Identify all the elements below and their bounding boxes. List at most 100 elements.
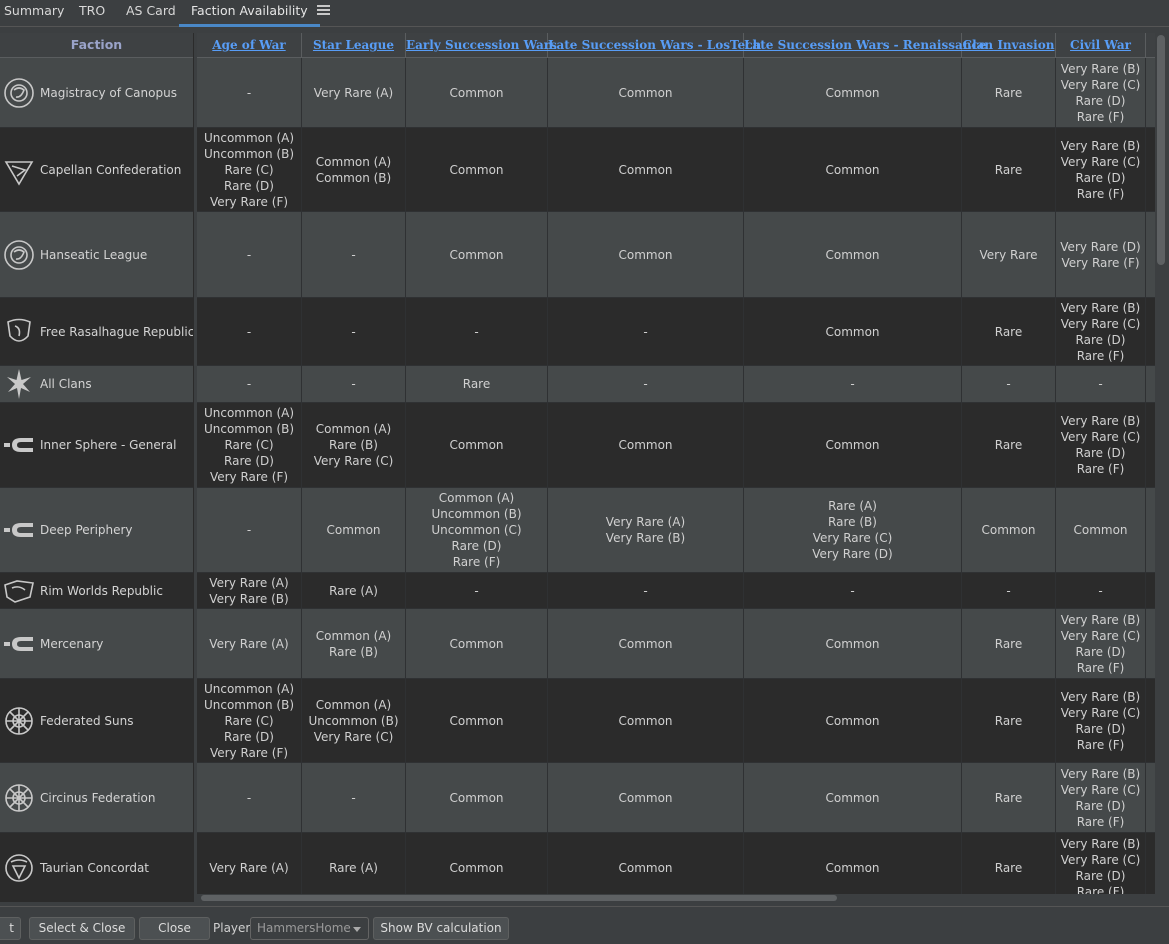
- availability-value: Very Rare (F): [209, 470, 289, 484]
- availability-value: Very Rare (F): [209, 194, 289, 209]
- availability-cell: Rare: [962, 128, 1056, 211]
- vertical-scrollbar[interactable]: [1156, 33, 1166, 895]
- faction-row[interactable]: Federated Suns: [0, 679, 193, 763]
- availability-value: Rare (D): [1075, 446, 1126, 460]
- availability-cell: Very Rare (A) Very Rare (B): [197, 573, 302, 608]
- vertical-scroll-thumb[interactable]: [1157, 35, 1165, 265]
- availability-cell: Rare: [962, 763, 1056, 832]
- faction-column-header[interactable]: Faction: [0, 33, 193, 58]
- availability-value: Uncommon (A): [203, 406, 295, 420]
- column-header[interactable]: Clan Invasion: [962, 33, 1056, 57]
- availability-value: Very Rare (D): [1060, 239, 1141, 254]
- availability-cell: -: [744, 366, 962, 402]
- availability-cell: Rare: [962, 58, 1056, 127]
- column-header[interactable]: Age of War: [197, 33, 302, 57]
- availability-value: -: [246, 85, 252, 100]
- table-header-row: Age of War Star League Early Succession Wa…: [197, 33, 1155, 58]
- availability-value: -: [1098, 377, 1103, 391]
- rasalhague-emblem-icon: [3, 316, 35, 348]
- player-dropdown[interactable]: HammersHome: [250, 917, 369, 940]
- availability-value: Common: [618, 85, 673, 100]
- availability-value: Very Rare (B): [1060, 300, 1141, 315]
- table-row[interactable]: - Very Rare (A) Common Common Common Rare Very…: [197, 58, 1155, 128]
- faction-row[interactable]: Inner Sphere - General: [0, 403, 193, 488]
- availability-value: Common: [449, 162, 504, 177]
- availability-value: Very Rare (C): [1060, 628, 1141, 643]
- horizontal-scrollbar[interactable]: [197, 894, 1155, 902]
- availability-cell: Very Rare (B) Very Rare (C) Rare (D) Rare (…: [1056, 58, 1146, 127]
- faction-row[interactable]: Taurian Concordat: [0, 833, 193, 902]
- faction-name: Inner Sphere - General: [40, 438, 177, 452]
- tab-as-card[interactable]: AS Card: [126, 0, 176, 25]
- horizontal-scroll-thumb[interactable]: [201, 895, 837, 901]
- availability-value: Rare: [462, 377, 491, 391]
- availability-value: Rare (D): [1075, 93, 1126, 108]
- hanseatic-emblem-icon: [3, 239, 35, 271]
- table-row[interactable]: - - Common Common Common Rare Very Rare (B) Ver…: [197, 763, 1155, 833]
- availability-value: Very Rare (C): [1060, 430, 1141, 444]
- availability-value: Uncommon (A): [203, 681, 295, 696]
- tab-tro[interactable]: TRO: [79, 0, 105, 25]
- availability-cell: Common: [744, 298, 962, 365]
- faction-row[interactable]: Deep Periphery: [0, 488, 193, 573]
- availability-value: Rare (F): [1076, 109, 1125, 124]
- tab-faction-availability[interactable]: Faction Availability: [179, 0, 320, 27]
- availability-value: Common: [618, 790, 673, 805]
- table-row[interactable]: Very Rare (A) Very Rare (B) Rare (A) - - - - -: [197, 573, 1155, 609]
- faction-row[interactable]: Hanseatic League: [0, 212, 193, 298]
- table-row[interactable]: - - Common Common Common Very Rare Very Rare (…: [197, 212, 1155, 298]
- show-bv-calculation-button[interactable]: Show BV calculation: [373, 917, 509, 940]
- availability-value: Rare (D): [1075, 332, 1126, 347]
- availability-cell: Uncommon (A) Uncommon (B) Rare (C) Rare (D)…: [197, 403, 302, 487]
- availability-cell: -: [197, 58, 302, 127]
- availability-value: Very Rare (C): [1060, 154, 1141, 169]
- faction-row[interactable]: Free Rasalhague Republic: [0, 298, 193, 366]
- table-row[interactable]: Uncommon (A) Uncommon (B) Rare (C) Rare (D)…: [197, 128, 1155, 212]
- magistracy-emblem-icon: [3, 77, 35, 109]
- availability-value: Common: [326, 523, 381, 537]
- table-row[interactable]: Uncommon (A) Uncommon (B) Rare (C) Rare (D)…: [197, 403, 1155, 488]
- faction-row[interactable]: Circinus Federation: [0, 763, 193, 833]
- faction-row[interactable]: All Clans: [0, 366, 193, 403]
- close-button[interactable]: Close: [139, 917, 210, 940]
- table-row[interactable]: - Common Common (A) Uncommon (B) Uncommon (C…: [197, 488, 1155, 573]
- availability-value: -: [643, 377, 648, 391]
- table-row[interactable]: Very Rare (A) Common (A) Rare (B) Common Com…: [197, 609, 1155, 679]
- availability-value: Rare (D): [1075, 644, 1126, 659]
- column-header[interactable]: Late Succession Wars - LosTech: [548, 33, 761, 57]
- clans-star-icon: [3, 368, 35, 400]
- faction-name: Hanseatic League: [40, 247, 148, 262]
- availability-cell: Common (A) Uncommon (B) Very Rare (C): [302, 679, 406, 762]
- availability-value: Common: [618, 247, 673, 262]
- availability-value: Very Rare: [979, 247, 1038, 262]
- deep-periphery-emblem-icon: [3, 514, 35, 546]
- faction-row[interactable]: Mercenary: [0, 609, 193, 679]
- column-header[interactable]: Star League: [302, 33, 406, 57]
- table-row[interactable]: Uncommon (A) Uncommon (B) Rare (C) Rare (D)…: [197, 679, 1155, 763]
- table-row[interactable]: Very Rare (A) Rare (A) Common Common Common R…: [197, 833, 1155, 902]
- partial-button[interactable]: t: [0, 917, 21, 940]
- tab-summary[interactable]: Summary: [4, 0, 64, 25]
- availability-value: -: [850, 583, 855, 598]
- availability-cell: Common: [1056, 488, 1146, 572]
- availability-cell: Common: [548, 403, 744, 487]
- column-header[interactable]: Late Succession Wars - Renaissance: [744, 33, 986, 57]
- availability-value: -: [351, 377, 356, 391]
- select-close-button[interactable]: Select & Close: [29, 917, 135, 940]
- faction-row[interactable]: Capellan Confederation: [0, 128, 193, 212]
- availability-value: Very Rare (C): [313, 729, 394, 744]
- availability-value: Very Rare (A): [209, 636, 289, 651]
- table-row[interactable]: - - Rare - - - -: [197, 366, 1155, 403]
- capellan-emblem-icon: [3, 154, 35, 186]
- table-row[interactable]: - - - - Common Rare Very Rare (B) Very Rare (C)…: [197, 298, 1155, 366]
- availability-cell: Common: [744, 833, 962, 902]
- availability-cell: Common: [406, 833, 548, 902]
- faction-row[interactable]: Magistracy of Canopus: [0, 58, 193, 128]
- availability-cell: Common: [744, 763, 962, 832]
- column-header[interactable]: Civil War: [1056, 33, 1146, 57]
- availability-value: -: [474, 583, 479, 598]
- hamburger-menu-icon[interactable]: [317, 3, 330, 18]
- faction-row[interactable]: Rim Worlds Republic: [0, 573, 193, 609]
- column-header[interactable]: Early Succession Wars: [406, 33, 557, 57]
- availability-cell: -: [197, 298, 302, 365]
